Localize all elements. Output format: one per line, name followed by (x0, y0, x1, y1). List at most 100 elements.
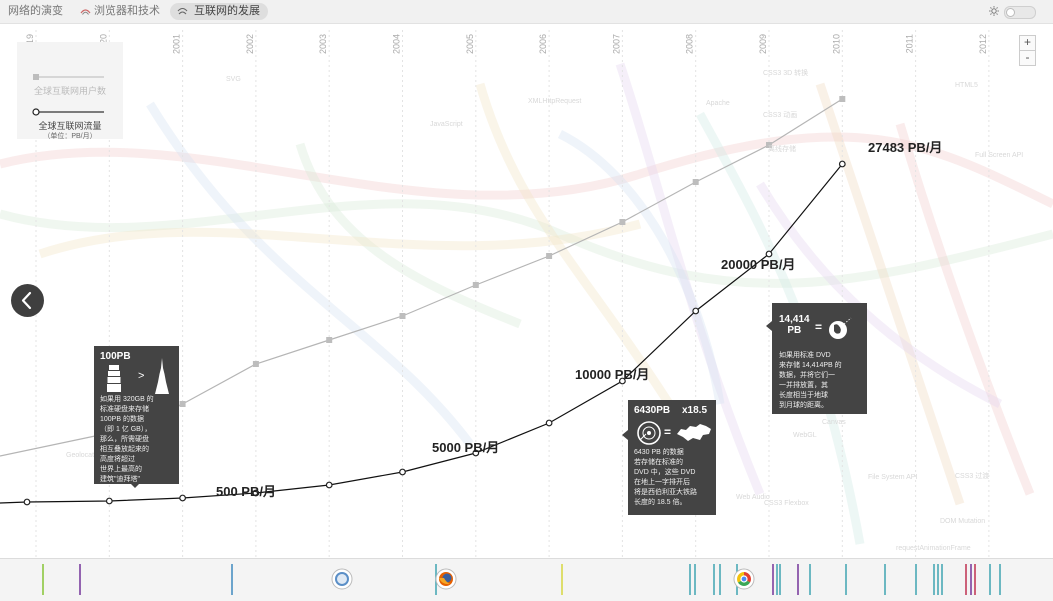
day-night-toggle[interactable] (1004, 6, 1036, 19)
faint-label: WebGL (793, 432, 817, 439)
year-tick-label: 2010 (831, 34, 841, 54)
card-description: 如果用 320GB 的 标准硬盘来存储 100PB 的数据 （即 1 亿 GB）… (100, 396, 154, 483)
traffic-point (838, 160, 846, 168)
dvd-disc-icon (637, 421, 661, 445)
year-tick-label: 2009 (758, 34, 768, 54)
chart-legend: 全球互联网用户数 全球互联网流量 （单位：PB/月） (17, 42, 123, 140)
info-card-14414pb[interactable]: 14,414 PB = 如果用标准 DVD 来存储 14,414PB 的 数据，… (766, 303, 867, 414)
card-heading: 6430PB (634, 405, 671, 416)
faint-label: DOM Mutation (940, 518, 986, 525)
card-multiplier: x18.5 (682, 405, 708, 416)
users-point (839, 96, 846, 102)
earth-moon-icon (829, 311, 855, 339)
tab-label: 浏览器和技术 (94, 5, 160, 17)
technology-timeline (42, 564, 1001, 595)
annotation-500pb: 500 PB/月 (216, 484, 276, 499)
tab-internet-growth[interactable]: 互联网的发展 (170, 3, 268, 20)
card-pointer (622, 430, 628, 440)
year-tick-label: 2001 (172, 34, 182, 54)
card-description: 如果用标准 DVD 来存储 14,414PB 的 数据，并将它们一 一并排放置，… (779, 352, 842, 409)
legend-traffic-unit: （单位：PB/月） (43, 133, 97, 140)
faint-label: CSS3 过渡 (955, 473, 990, 480)
year-tick-label: 2011 (905, 34, 915, 53)
browser-tech-icon (80, 9, 91, 15)
traffic-point (692, 307, 700, 315)
hard-drive-stack-icon (107, 365, 121, 392)
faint-label: XMLHttpRequest (528, 98, 582, 105)
moon-icon (1040, 6, 1045, 16)
annotation-10000pb: 10000 PB/月 (575, 367, 650, 382)
faint-label: Canvas (822, 419, 846, 426)
users-point (472, 282, 479, 288)
greater-than-sign: > (138, 370, 145, 382)
annotation-5000pb: 5000 PB/月 (432, 440, 500, 455)
faint-label: JavaScript (430, 121, 463, 128)
timeline-bar[interactable] (0, 558, 1053, 601)
year-tick-label: 2007 (611, 34, 621, 54)
year-tick-label: 2004 (392, 34, 402, 54)
russia-map-icon (677, 424, 711, 441)
faint-label: requestAnimationFrame (896, 545, 971, 552)
users-point (179, 401, 186, 407)
faint-label: File System API (868, 474, 918, 481)
info-card-6430pb[interactable]: 6430PB x18.5 = 6430 PB 的数据 若存储在标准的 DVD 中… (622, 400, 716, 515)
chart-area: 19 20 2001 2002 2003 2004 2005 2006 2007 2008 2009… (0, 24, 1053, 558)
zoom-out-button[interactable]: - (1019, 50, 1036, 66)
traffic-point (179, 494, 187, 502)
tab-label: 互联网的发展 (194, 5, 260, 17)
legend-traffic-marker (32, 108, 40, 116)
faint-label: CSS3 Flexbox (764, 500, 809, 507)
timeline-ticks (42, 564, 1001, 595)
card-pointer (766, 321, 772, 331)
year-tick-label: 2006 (538, 34, 548, 54)
chrome-icon[interactable] (733, 568, 755, 590)
card-pointer (130, 483, 140, 488)
users-point (619, 219, 626, 225)
back-button[interactable] (11, 284, 44, 317)
card-description: 6430 PB 的数据 若存储在标准的 DVD 中，这些 DVD 在地上一字排开… (634, 449, 697, 506)
traffic-point (105, 497, 113, 505)
year-tick-label: 2003 (318, 34, 328, 54)
tab-browsers-tech[interactable]: 浏览器和技术 (76, 3, 160, 20)
traffic-point (545, 419, 553, 427)
annotation-27483pb: 27483 PB/月 (868, 140, 943, 155)
burj-khalifa-icon (155, 358, 169, 394)
traffic-point (399, 468, 406, 476)
toggle-knob (1006, 8, 1015, 17)
faint-label: CSS3 3D 转换 (763, 70, 809, 77)
traffic-point (325, 481, 333, 489)
users-point (399, 313, 406, 319)
users-point (252, 361, 259, 367)
faint-label: SVG (226, 76, 241, 83)
sun-icon (989, 6, 999, 16)
year-tick-label: 2005 (465, 34, 475, 54)
background-swirl (295, 142, 522, 329)
equals-sign: = (815, 320, 823, 334)
year-tick-label: 2002 (245, 34, 255, 54)
users-point (692, 179, 699, 185)
firefox-icon[interactable] (435, 568, 457, 590)
tab-web-evolution[interactable]: 网络的演变 (8, 3, 63, 20)
zoom-in-button[interactable]: + (1019, 35, 1036, 51)
legend-users-marker (33, 74, 39, 80)
faint-label: Full Screen API (975, 152, 1024, 159)
legend-users-label[interactable]: 全球互联网用户数 (17, 84, 123, 97)
equals-sign: = (664, 425, 672, 439)
year-tick-label: 2012 (978, 34, 988, 54)
chevron-left-icon (21, 291, 32, 310)
traffic-point (23, 498, 31, 506)
users-point (546, 253, 553, 259)
faint-label: 离线存储 (768, 146, 796, 153)
faint-label: Apache (706, 100, 730, 107)
internet-growth-icon (177, 7, 188, 15)
card-heading: 100PB (100, 351, 131, 362)
annotation-20000pb: 20000 PB/月 (721, 257, 796, 272)
safari-icon[interactable] (331, 568, 353, 590)
tab-label: 网络的演变 (8, 5, 63, 17)
info-card-100pb[interactable]: 100PB > 如果用 320GB 的 标准硬盘来存储 100PB 的数据 （即… (94, 346, 179, 488)
top-nav-bar: 网络的演变 浏览器和技术 互联网的发展 (0, 0, 1053, 24)
year-tick-label: 2008 (685, 34, 695, 54)
faint-label: HTML5 (955, 82, 978, 89)
card-heading: 14,414 PB (779, 314, 810, 336)
faint-label: CSS3 动画 (763, 112, 798, 119)
